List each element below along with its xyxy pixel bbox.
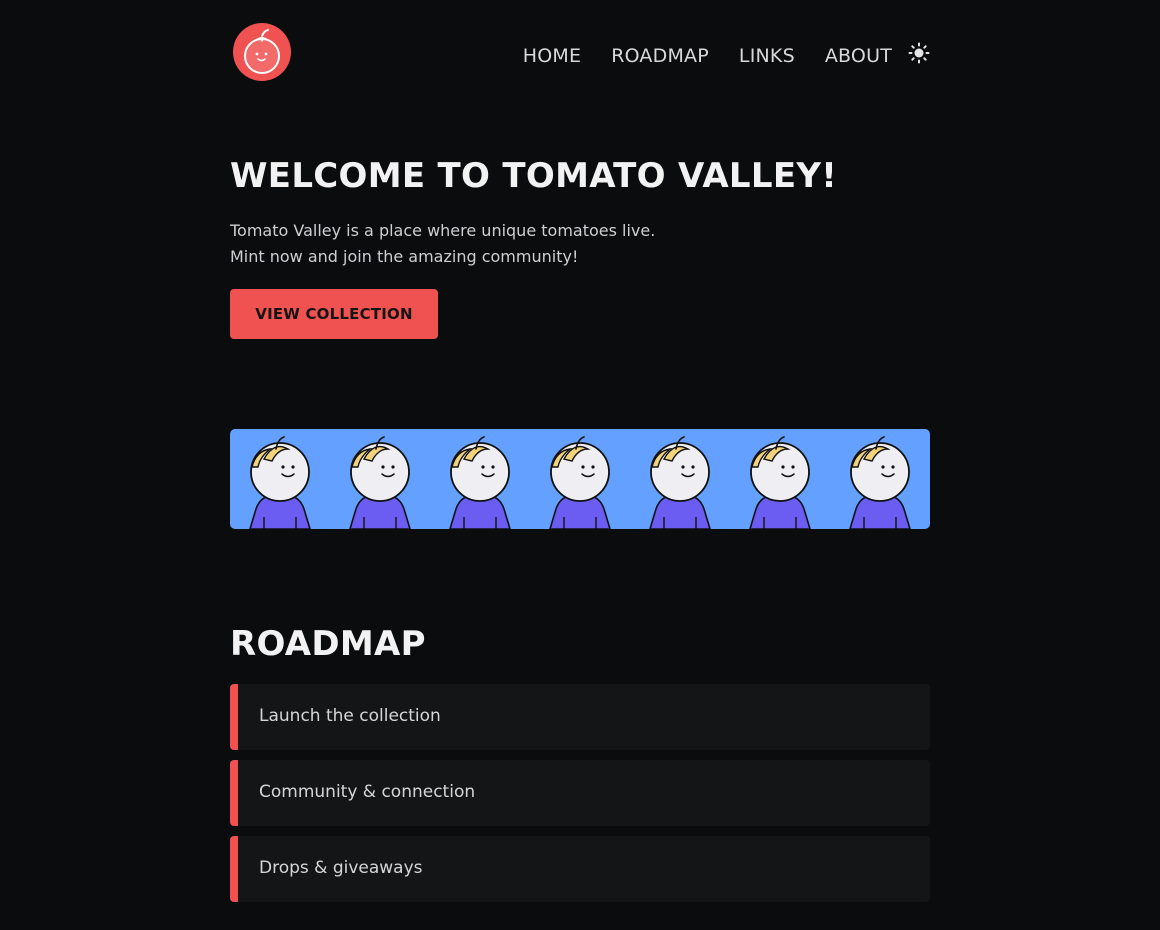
view-collection-button[interactable]: VIEW COLLECTION: [230, 289, 438, 339]
sun-icon: [908, 42, 930, 64]
collection-banner: [230, 429, 930, 529]
banner-characters: [249, 436, 911, 529]
roadmap-item-label: Drops & giveaways: [259, 858, 423, 878]
page: HOME ROADMAP LINKS ABOUT WELCOME TO TOMA…: [0, 0, 1160, 930]
roadmap-item-label: Launch the collection: [259, 706, 441, 726]
tomato-character: [749, 436, 811, 529]
nav-links[interactable]: LINKS: [739, 45, 795, 67]
roadmap-list: Launch the collection Community & connec…: [230, 684, 930, 912]
hero-description: Tomato Valley is a place where unique to…: [230, 218, 655, 270]
roadmap-item: Community & connection: [230, 760, 930, 826]
tomato-character: [249, 436, 311, 529]
tomato-character: [549, 436, 611, 529]
tomato-character: [449, 436, 511, 529]
nav-about[interactable]: ABOUT: [825, 45, 892, 67]
tomato-character: [849, 436, 911, 529]
hero-title: WELCOME TO TOMATO VALLEY!: [230, 156, 838, 196]
roadmap-item: Launch the collection: [230, 684, 930, 750]
roadmap-title: ROADMAP: [230, 624, 426, 664]
tomato-logo-icon[interactable]: [233, 23, 291, 81]
roadmap-item: Drops & giveaways: [230, 836, 930, 902]
roadmap-item-label: Community & connection: [259, 782, 476, 802]
theme-toggle-button[interactable]: [908, 42, 930, 64]
tomato-character: [649, 436, 711, 529]
hero-line-1: Tomato Valley is a place where unique to…: [230, 221, 656, 240]
nav-roadmap[interactable]: ROADMAP: [611, 45, 709, 67]
main-nav: HOME ROADMAP LINKS ABOUT: [523, 40, 930, 72]
nav-home[interactable]: HOME: [523, 45, 581, 67]
site-header: HOME ROADMAP LINKS ABOUT: [230, 20, 930, 84]
tomato-character: [349, 436, 411, 529]
hero-line-2: Mint now and join the amazing community!: [230, 247, 579, 266]
